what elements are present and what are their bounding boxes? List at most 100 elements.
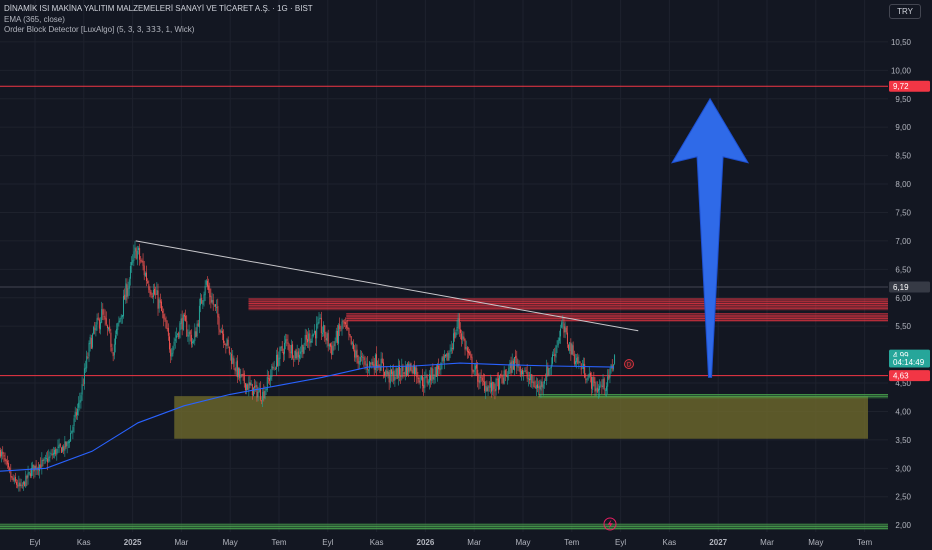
candle [614, 353, 616, 366]
indicator-legend[interactable]: Order Block Detector [LuxAlgo] (5, 3, 3,… [4, 25, 313, 36]
candle [432, 363, 434, 384]
candle [223, 329, 225, 348]
candle [445, 354, 446, 359]
candle [349, 334, 351, 338]
candle [280, 345, 282, 352]
candle [408, 361, 410, 378]
time-tick-label: Mar [760, 538, 774, 547]
bullish-target-arrow[interactable] [671, 97, 750, 378]
candle [611, 358, 613, 372]
candle [470, 350, 472, 361]
candle [491, 376, 492, 398]
candle [96, 313, 98, 331]
candle [350, 336, 352, 346]
price-tick-label: 7,00 [895, 237, 911, 246]
ema-legend[interactable]: EMA (365, close) [4, 15, 313, 26]
candle [171, 347, 173, 361]
candle [368, 368, 369, 374]
candle [157, 283, 159, 316]
candle [249, 375, 251, 389]
price-tick-label: 6,50 [895, 265, 911, 274]
candle [554, 347, 556, 362]
candle [154, 283, 156, 296]
candle [417, 371, 419, 384]
candle [46, 452, 47, 462]
candle [527, 371, 529, 387]
candle [108, 326, 110, 332]
candle [188, 324, 190, 345]
currency-button[interactable]: TRY [889, 4, 921, 19]
candle [94, 322, 96, 335]
candle [284, 335, 285, 361]
candle [407, 362, 409, 376]
demand-zone[interactable] [174, 396, 868, 439]
time-axis[interactable]: Eyl Kas 2025 Mar May Tem Eyl Kas 2026 Mar May Tem Ey… [29, 538, 872, 547]
candle [25, 470, 27, 488]
price-axis-label: 6,19 [889, 281, 930, 293]
candle [333, 341, 335, 351]
bearish-order-block[interactable] [248, 298, 889, 311]
candle [49, 451, 51, 463]
candle [310, 338, 312, 347]
candle [172, 345, 174, 357]
price-axis-label-text: 4,63 [893, 372, 909, 381]
candle [119, 317, 121, 323]
candle [601, 379, 603, 395]
candle [532, 375, 534, 389]
candle [583, 357, 584, 374]
candle [10, 464, 12, 482]
bearish-order-block[interactable] [346, 313, 888, 322]
candle [434, 366, 436, 384]
bullish-order-block[interactable] [0, 523, 888, 530]
candle [254, 379, 256, 395]
candle [481, 375, 483, 386]
symbol-title[interactable]: DİNAMİK ISI MAKİNA YALITIM MALZEMELERİ S… [4, 4, 313, 15]
candle [285, 333, 287, 350]
candle [299, 348, 300, 362]
candle [201, 294, 203, 304]
candle [461, 329, 463, 347]
candle [6, 455, 8, 469]
bullish-order-block[interactable] [538, 394, 888, 399]
candle [57, 439, 59, 454]
candle [54, 447, 55, 459]
candle [520, 368, 522, 381]
candle [31, 462, 32, 479]
candle [456, 319, 458, 336]
candle [387, 368, 389, 379]
candle [221, 324, 223, 341]
chart-legend: DİNAMİK ISI MAKİNA YALITIM MALZEMELERİ S… [4, 4, 313, 36]
candle [612, 364, 614, 372]
candle [533, 376, 535, 388]
candle [384, 371, 386, 378]
candle [305, 329, 307, 347]
candle [51, 448, 53, 460]
price-chart[interactable]: D 10,50 10,00 9,50 9,00 8,50 8,00 7,50 7,00 6,50… [0, 0, 932, 550]
candle [93, 325, 95, 335]
candle [228, 346, 230, 356]
candle [144, 271, 146, 278]
candle [233, 355, 235, 370]
candle [345, 317, 346, 329]
candle [164, 313, 166, 322]
candle [336, 324, 338, 346]
candle [466, 346, 468, 359]
candle [271, 363, 273, 382]
candle [335, 327, 337, 344]
dividend-marker[interactable]: D [624, 359, 634, 369]
candle [77, 403, 78, 421]
candle [393, 364, 395, 385]
candle [552, 351, 553, 367]
candle [207, 276, 208, 290]
candle [238, 366, 239, 380]
candle [247, 383, 249, 390]
candle [309, 330, 311, 351]
chart-grid [0, 0, 888, 532]
candle [58, 438, 60, 453]
price-tick-label: 7,50 [895, 208, 911, 217]
candle [397, 358, 399, 386]
candle [44, 454, 46, 464]
candle [159, 293, 161, 309]
time-tick-label: Tem [564, 538, 579, 547]
candle [78, 396, 80, 416]
